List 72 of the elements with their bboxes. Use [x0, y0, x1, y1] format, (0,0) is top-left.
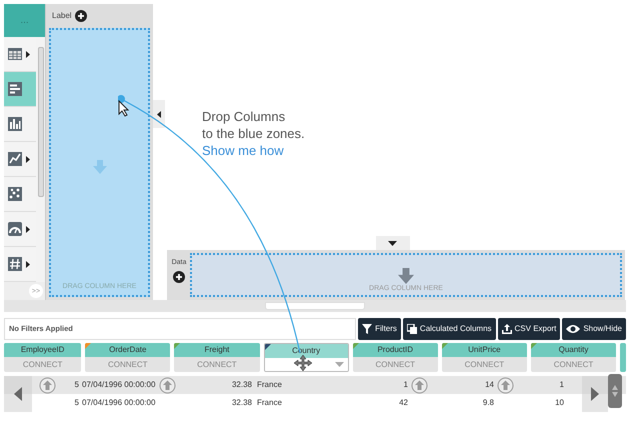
table-cell-text: 1 [402, 379, 408, 391]
toolbar-button[interactable]: Show/Hide [562, 318, 626, 340]
chart-type-item[interactable] [4, 247, 36, 282]
column-name: Quantity [530, 343, 616, 357]
chart-type-item[interactable] [4, 212, 36, 248]
chart-type-item[interactable] [4, 107, 36, 142]
collapse-tab[interactable] [153, 100, 165, 128]
upload-icon [502, 324, 512, 334]
down-arrow-icon [398, 268, 414, 284]
bar-chart-icon [7, 81, 23, 98]
column-name: EmployeeID [4, 343, 82, 357]
table-cell-text: 14 [484, 379, 494, 391]
column-name: Country [264, 344, 348, 358]
column-card[interactable]: EmployeeID CONNECT [4, 343, 82, 372]
down-arrow-icon [92, 160, 106, 174]
table-cell-text: 5 [74, 397, 79, 409]
table-cell-text: 07/04/1996 00:00:00 [81, 397, 156, 409]
filter-icon [362, 324, 372, 334]
toolbar-button[interactable]: Calculated Columns [402, 318, 496, 340]
label-title: Label [52, 10, 72, 22]
column-name: ProductID [352, 343, 438, 357]
chart-type-item[interactable] [4, 177, 36, 212]
table-cell-text: 5 [74, 379, 79, 391]
hash-icon [7, 256, 23, 272]
scrollbar[interactable] [36, 37, 45, 282]
chart-type-item[interactable] [4, 37, 36, 72]
toolbar-button[interactable]: CSV Export [498, 318, 560, 340]
table-cell-text: 32.38 [230, 397, 252, 409]
scroll-right-button[interactable] [582, 376, 608, 412]
show-me-how-link[interactable]: Show me how [202, 142, 305, 159]
add-icon[interactable] [74, 10, 87, 22]
table-cell-text: France [256, 397, 283, 409]
column-name: OrderDate [85, 343, 170, 357]
chart-type-item[interactable] [4, 72, 36, 108]
table-cell-text: 10 [554, 397, 564, 409]
column-card[interactable]: OrderDate CONNECT [85, 343, 170, 372]
caret-right-icon [591, 387, 599, 401]
column-chart-icon [7, 116, 23, 132]
instruction-text: to the blue zones. [202, 125, 305, 142]
expand-tab[interactable] [376, 236, 410, 250]
column-card[interactable]: Country [264, 343, 349, 372]
caret-down-icon [388, 240, 397, 246]
copy-icon [406, 324, 417, 334]
column-card[interactable]: UnitPrice CONNECT [442, 343, 527, 372]
gauge-icon [7, 221, 23, 238]
scatter-chart-icon [7, 186, 23, 202]
chart-type-item[interactable] [4, 142, 36, 178]
eye-icon [566, 324, 580, 334]
table-cell-text: France [256, 379, 283, 391]
caret-left-icon [14, 387, 22, 401]
line-chart-icon [7, 151, 23, 168]
cursor-icon [118, 100, 130, 117]
scroll-left-button[interactable] [4, 376, 32, 412]
table-cell-text: 1 [558, 379, 564, 391]
instruction-text: Drop Columns [202, 108, 286, 125]
table-cell-text: 32.38 [230, 379, 252, 391]
table-icon [7, 46, 23, 62]
column-name: Freight [174, 343, 260, 357]
column-card[interactable]: ProductID CONNECT [352, 343, 438, 372]
splitter-handle[interactable] [265, 302, 365, 310]
toolbar-button[interactable]: Filters [358, 318, 401, 340]
move-cursor-icon [293, 355, 313, 371]
column-card[interactable]: Quantity CONNECT [530, 343, 616, 372]
table-cell-text: 9.8 [482, 397, 494, 409]
table-cell-text: 07/04/1996 00:00:00 [81, 379, 156, 391]
column-card[interactable]: Freight CONNECT [174, 343, 260, 372]
caret-left-icon [157, 110, 161, 118]
vertical-scroll-thumb[interactable] [608, 374, 622, 408]
column-name: UnitPrice [442, 343, 527, 357]
table-cell-text: 42 [398, 397, 408, 409]
add-icon[interactable] [173, 270, 185, 282]
up-down-icon [612, 385, 618, 397]
